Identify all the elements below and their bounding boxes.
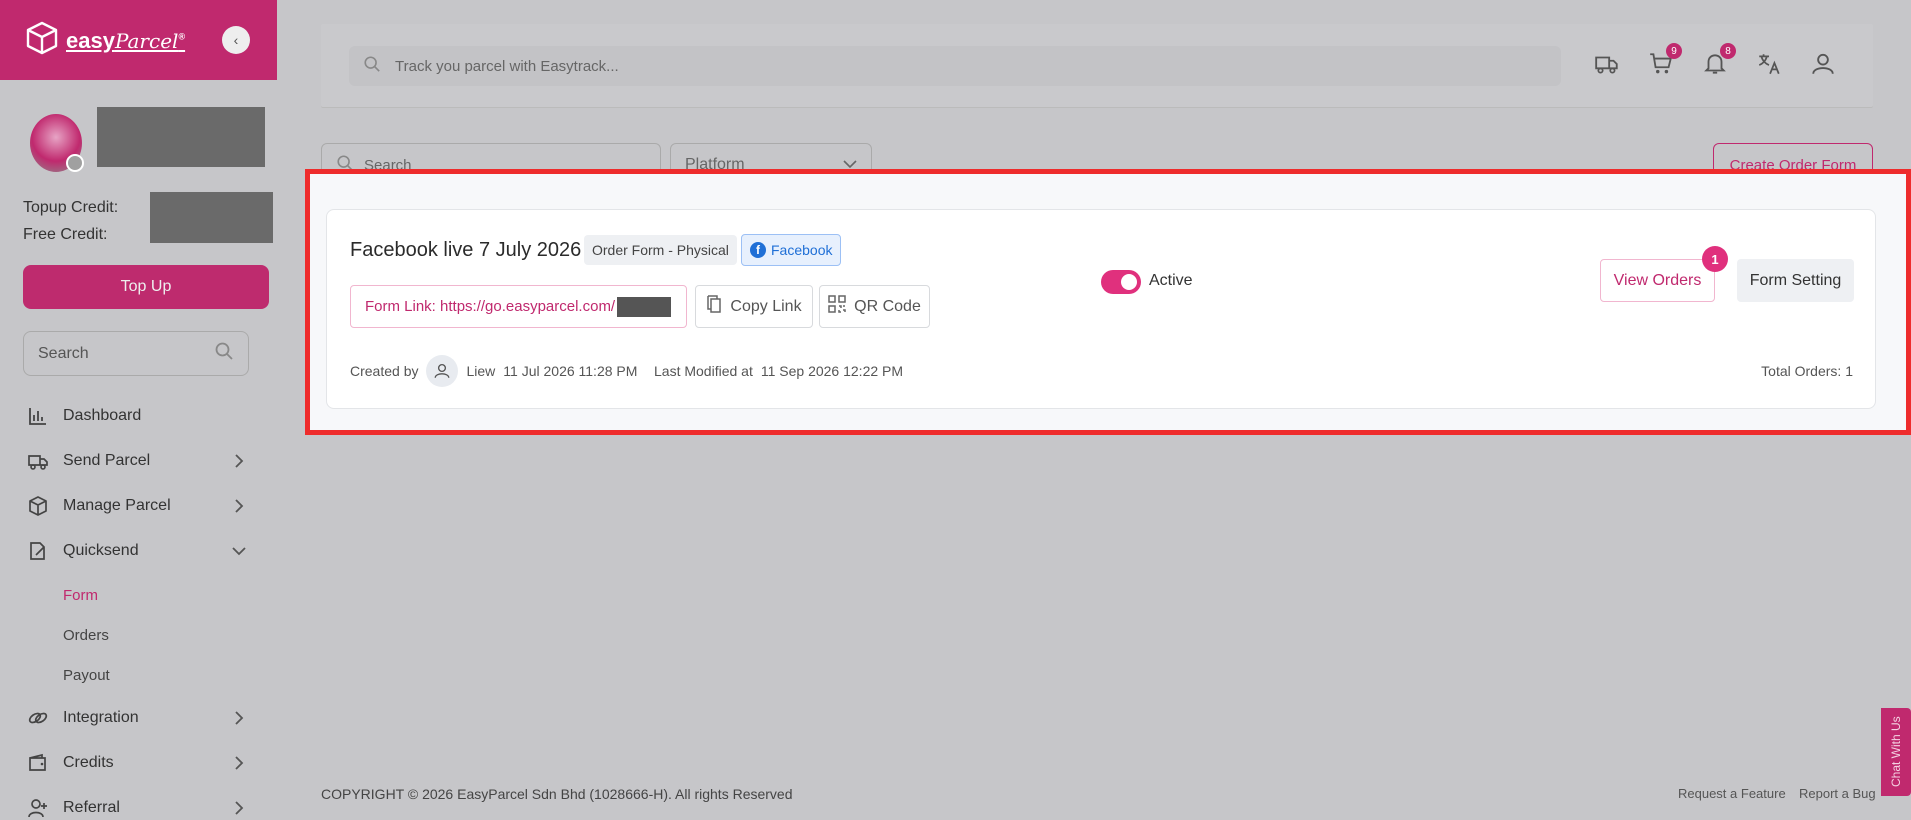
redacted-credits xyxy=(150,192,273,243)
sidebar-item-label: Dashboard xyxy=(63,407,142,424)
sidebar-item-referral[interactable]: Referral xyxy=(0,790,277,820)
total-orders: Total Orders: 1 xyxy=(1761,363,1853,379)
delivery-truck-icon[interactable] xyxy=(1592,49,1622,79)
orders-count-badge: 1 xyxy=(1702,246,1728,272)
track-parcel-placeholder: Track you parcel with Easytrack... xyxy=(395,57,619,75)
platform-tag-label: Facebook xyxy=(771,242,833,258)
report-bug-link[interactable]: Report a Bug xyxy=(1799,786,1876,801)
view-orders-button[interactable]: View Orders xyxy=(1600,259,1715,302)
box-icon xyxy=(26,494,50,518)
brand-header: easyParcel® ‹ xyxy=(0,0,277,80)
order-form-title: Facebook live 7 July 2026 xyxy=(350,239,582,261)
form-link-text: Form Link: https://go.easyparcel.com/ xyxy=(365,298,616,315)
sidebar-search-input[interactable]: Search xyxy=(23,331,249,376)
sidebar-item-label: Manage Parcel xyxy=(63,497,171,514)
creator-avatar xyxy=(426,355,459,387)
collapse-sidebar-button[interactable]: ‹ xyxy=(222,26,250,54)
country-flag-icon xyxy=(66,154,84,172)
chart-icon xyxy=(26,404,50,428)
sidebar-subitem-orders[interactable]: Orders xyxy=(63,627,109,644)
qr-code-icon xyxy=(828,295,846,318)
copy-link-label: Copy Link xyxy=(730,297,802,315)
search-icon xyxy=(363,55,381,77)
search-icon xyxy=(214,341,234,366)
sidebar-search-placeholder: Search xyxy=(38,344,89,362)
sidebar: easyParcel® ‹ Topup Credit: Free Credit:… xyxy=(0,0,277,820)
created-by-label: Created by xyxy=(350,363,419,379)
last-modified-label: Last Modified at xyxy=(654,363,753,379)
creator-name: Liew xyxy=(466,363,496,379)
copy-icon xyxy=(706,295,722,318)
chevron-right-icon xyxy=(232,499,246,513)
order-form-type-tag: Order Form - Physical xyxy=(584,235,737,265)
chat-with-us-tab[interactable]: Chat With Us xyxy=(1881,708,1911,796)
logo-box-icon xyxy=(24,20,60,61)
sidebar-item-send-parcel[interactable]: Send Parcel xyxy=(0,443,277,479)
cart-count-badge: 9 xyxy=(1666,43,1682,59)
chevron-right-icon xyxy=(232,454,246,468)
wallet-icon xyxy=(26,751,50,775)
active-toggle[interactable] xyxy=(1101,270,1141,294)
notification-count-badge: 8 xyxy=(1720,43,1736,59)
status-label: Active xyxy=(1149,272,1193,289)
redacted-link-suffix xyxy=(617,296,672,317)
logo[interactable]: easyParcel® xyxy=(24,20,185,61)
sidebar-subitem-payout[interactable]: Payout xyxy=(63,667,110,684)
sidebar-item-dashboard[interactable]: Dashboard xyxy=(0,398,277,434)
sidebar-item-quicksend[interactable]: Quicksend xyxy=(0,533,277,569)
topup-credit-label: Topup Credit: xyxy=(23,199,119,216)
user-plus-icon xyxy=(26,796,50,820)
qr-code-button[interactable]: QR Code xyxy=(819,285,930,328)
created-by-info: Created by Liew 11 Jul 2026 11:28 PM xyxy=(350,355,637,387)
logo-text: easyParcel® xyxy=(66,27,186,53)
created-at: 11 Jul 2026 11:28 PM xyxy=(503,363,638,379)
sidebar-item-label: Quicksend xyxy=(63,542,139,559)
chevron-down-icon xyxy=(232,544,246,558)
order-form-card: Facebook live 7 July 2026 Order Form - P… xyxy=(326,209,1876,409)
notification-bell-icon[interactable]: 8 xyxy=(1700,43,1736,79)
redacted-username xyxy=(97,107,265,167)
qr-code-label: QR Code xyxy=(854,297,921,315)
form-link[interactable]: Form Link: https://go.easyparcel.com/ xyxy=(350,285,687,328)
sidebar-item-label: Integration xyxy=(63,709,139,726)
chevron-right-icon xyxy=(232,756,246,770)
sidebar-item-label: Send Parcel xyxy=(63,452,151,469)
track-parcel-input[interactable]: Track you parcel with Easytrack... xyxy=(349,46,1561,86)
truck-icon xyxy=(26,449,50,473)
sidebar-item-manage-parcel[interactable]: Manage Parcel xyxy=(0,488,277,524)
user-account-icon[interactable] xyxy=(1808,49,1838,79)
request-feature-link[interactable]: Request a Feature xyxy=(1678,786,1786,801)
free-credit-label: Free Credit: xyxy=(23,226,108,243)
chevron-right-icon xyxy=(232,711,246,725)
sidebar-item-label: Referral xyxy=(63,799,120,816)
last-modified-at: 11 Sep 2026 12:22 PM xyxy=(760,363,904,379)
facebook-icon: f xyxy=(750,242,766,258)
chevron-left-icon: ‹ xyxy=(233,32,239,48)
top-up-button[interactable]: Top Up xyxy=(23,265,269,309)
cart-icon[interactable]: 9 xyxy=(1646,43,1682,79)
sidebar-item-integration[interactable]: Integration xyxy=(0,700,277,736)
top-bar: Track you parcel with Easytrack... 9 8 xyxy=(321,24,1873,107)
platform-tag: f Facebook xyxy=(741,234,842,266)
chevron-right-icon xyxy=(232,801,246,815)
footer-copyright: COPYRIGHT © 2026 EasyParcel Sdn Bhd (102… xyxy=(321,786,793,802)
edit-doc-icon xyxy=(26,539,50,563)
link-icon xyxy=(26,706,50,730)
avatar[interactable] xyxy=(30,114,84,172)
translate-icon[interactable] xyxy=(1754,49,1784,79)
form-setting-button[interactable]: Form Setting xyxy=(1737,259,1854,302)
toggle-knob xyxy=(1121,274,1137,290)
sidebar-subitem-form[interactable]: Form xyxy=(63,587,98,604)
last-modified-info: Last Modified at 11 Sep 2026 12:22 PM xyxy=(654,363,903,379)
sidebar-item-credits[interactable]: Credits xyxy=(0,745,277,781)
sidebar-item-label: Credits xyxy=(63,754,114,771)
copy-link-button[interactable]: Copy Link xyxy=(695,285,813,328)
